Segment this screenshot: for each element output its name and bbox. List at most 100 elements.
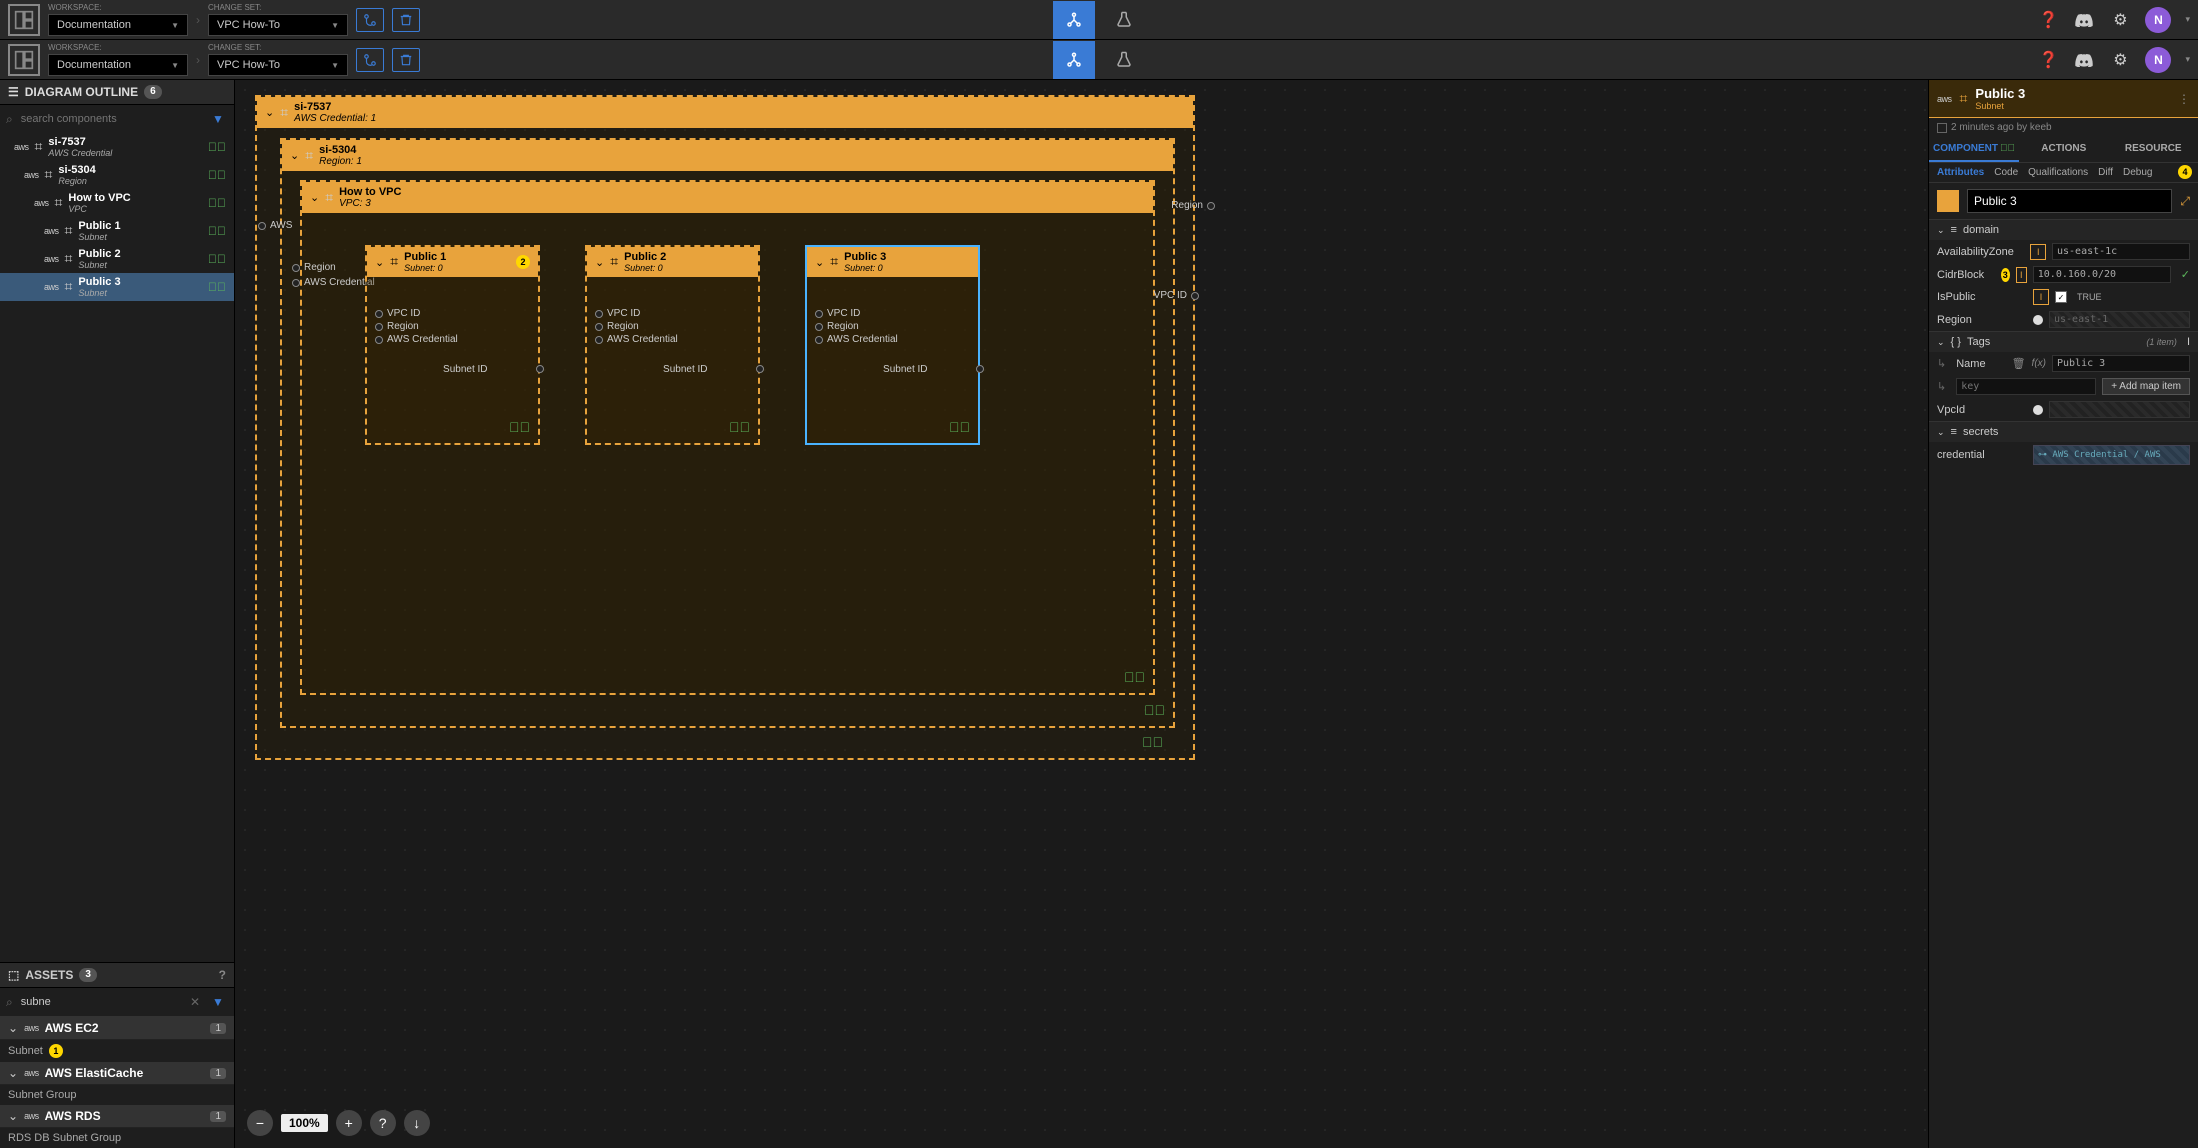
workspace-label: WORKSPACE: xyxy=(48,43,188,53)
check-icon: ✓⃝ xyxy=(208,168,226,182)
subtab-attributes[interactable]: Attributes xyxy=(1937,167,1984,178)
tree-item[interactable]: aws ⌗ Public 3 Subnet ✓⃝ xyxy=(0,273,234,301)
subnet-header[interactable]: ⌄ ⌗ Public 2 Subnet: 0 xyxy=(587,247,758,277)
component-name-input[interactable] xyxy=(1967,189,2172,213)
asset-category[interactable]: ⌄ aws AWS EC2 1 xyxy=(0,1017,234,1040)
aws-icon: aws xyxy=(24,1068,39,1078)
section-title: domain xyxy=(1963,224,1999,236)
canvas[interactable]: ⌄ ⌗ si-7537 AWS Credential: 1 ✓⃝ ⌄ ⌗ xyxy=(235,80,1928,1148)
tree-item[interactable]: aws ⌗ How to VPC VPC ✓⃝ xyxy=(0,189,234,217)
asset-category[interactable]: ⌄ aws AWS RDS 1 xyxy=(0,1105,234,1128)
subtab-debug[interactable]: Debug xyxy=(2123,167,2152,178)
frame-header[interactable]: ⌄ ⌗ si-7537 AWS Credential: 1 xyxy=(257,97,1193,128)
frame-header[interactable]: ⌄ ⌗ How to VPC VPC: 3 xyxy=(302,182,1153,213)
model-view-button-2[interactable] xyxy=(1053,41,1095,79)
chevron-down-icon: ⌄ xyxy=(290,149,299,162)
asset-item[interactable]: RDS DB Subnet Group xyxy=(0,1128,234,1148)
asset-item[interactable]: Subnet1 xyxy=(0,1040,234,1062)
subtab-diff[interactable]: Diff xyxy=(2098,167,2113,178)
check-icon: ✓⃝ xyxy=(1124,669,1145,685)
color-swatch[interactable] xyxy=(1937,190,1959,212)
chevron-down-icon: ⌄ xyxy=(310,191,319,204)
tab-actions[interactable]: ACTIONS xyxy=(2019,137,2109,162)
discord-icon[interactable] xyxy=(2073,9,2095,31)
merge-button[interactable] xyxy=(356,8,384,32)
subnet-box[interactable]: ⌄ ⌗ Public 1 Subnet: 0 2 VPC IDRegionAWS… xyxy=(365,245,540,445)
help-icon[interactable]: ? xyxy=(219,968,226,982)
user-avatar-2[interactable]: N xyxy=(2145,47,2171,73)
chevron-down-icon: ⌄ xyxy=(1937,427,1945,438)
port-out: Subnet ID xyxy=(976,365,984,373)
outline-search-input[interactable] xyxy=(17,109,204,129)
port-in: VPC ID xyxy=(815,307,970,320)
settings-icon[interactable]: ⚙ xyxy=(2109,9,2131,31)
tree-item[interactable]: aws ⌗ si-7537 AWS Credential ✓⃝ xyxy=(0,133,234,161)
lab-view-button-2[interactable] xyxy=(1103,41,1145,79)
asset-item[interactable]: Subnet Group xyxy=(0,1085,234,1105)
subnet-header[interactable]: ⌄ ⌗ Public 1 Subnet: 0 2 xyxy=(367,247,538,277)
expand-icon[interactable]: ⤢ xyxy=(2180,194,2190,209)
tree-item[interactable]: aws ⌗ Public 2 Subnet ✓⃝ xyxy=(0,245,234,273)
asset-search-input[interactable] xyxy=(17,992,182,1012)
zoom-in-button[interactable]: + xyxy=(336,1110,362,1136)
tab-component[interactable]: COMPONENT✓⃝ xyxy=(1929,137,2019,162)
tree-item[interactable]: aws ⌗ si-5304 Region ✓⃝ xyxy=(0,161,234,189)
changeset-selector-2[interactable]: VPC How-To ▼ xyxy=(208,54,348,76)
discord-icon-2[interactable] xyxy=(2073,49,2095,71)
fx-icon[interactable]: f(x) xyxy=(2032,358,2046,369)
section-tags[interactable]: ⌄ { } Tags (1 item) I xyxy=(1929,332,2198,352)
zoom-out-button[interactable]: − xyxy=(247,1110,273,1136)
delete-button-2[interactable] xyxy=(392,48,420,72)
subtab-qualifications[interactable]: Qualifications xyxy=(2028,167,2088,178)
more-icon[interactable]: ⋮ xyxy=(2178,92,2190,106)
asset-item-name: Subnet Group xyxy=(8,1089,77,1101)
tab-resource[interactable]: RESOURCE xyxy=(2109,137,2198,162)
clear-icon[interactable]: ✕ xyxy=(186,995,204,1009)
checkbox-checked[interactable]: ✓ xyxy=(2055,291,2067,303)
subnet-box[interactable]: ⌄ ⌗ Public 2 Subnet: 0 VPC IDRegionAWS C… xyxy=(585,245,760,445)
trash-icon[interactable]: 🗑 xyxy=(2012,357,2026,370)
az-input[interactable] xyxy=(2052,243,2190,260)
user-avatar[interactable]: N xyxy=(2145,7,2171,33)
filter-icon[interactable]: ▼ xyxy=(208,112,228,126)
settings-icon-2[interactable]: ⚙ xyxy=(2109,49,2131,71)
check-icon: ✓⃝ xyxy=(949,419,970,435)
changeset-selector[interactable]: VPC How-To ▼ xyxy=(208,14,348,36)
model-view-button[interactable] xyxy=(1053,1,1095,39)
filter-icon[interactable]: ▼ xyxy=(208,995,228,1009)
tree-item[interactable]: aws ⌗ Public 1 Subnet ✓⃝ xyxy=(0,217,234,245)
tag-name-input[interactable] xyxy=(2052,355,2190,372)
subtab-code[interactable]: Code xyxy=(1994,167,2018,178)
frame-header[interactable]: ⌄ ⌗ si-5304 Region: 1 xyxy=(282,140,1173,171)
app-logo[interactable] xyxy=(8,4,40,36)
add-map-item-button[interactable]: + Add map item xyxy=(2102,378,2190,395)
asset-cat-count: 1 xyxy=(210,1068,226,1079)
subnet-box[interactable]: ⌄ ⌗ Public 3 Subnet: 0 VPC IDRegionAWS C… xyxy=(805,245,980,445)
tag-key-input[interactable] xyxy=(1956,378,2096,395)
asset-search-row: ⌕ ✕ ▼ xyxy=(0,988,234,1017)
component-subtitle: Subnet xyxy=(1975,101,2025,111)
section-secrets[interactable]: ⌄ ≡ secrets xyxy=(1929,422,2198,442)
text-icon: I xyxy=(2016,267,2027,283)
help-icon-2[interactable]: ❓ xyxy=(2037,49,2059,71)
subnet-header[interactable]: ⌄ ⌗ Public 3 Subnet: 0 xyxy=(807,247,978,277)
asset-category[interactable]: ⌄ aws AWS ElastiCache 1 xyxy=(0,1062,234,1085)
frame-title: si-5304 xyxy=(319,144,362,156)
tag-add-row: ↳ + Add map item xyxy=(1929,375,2198,398)
app-logo-2[interactable] xyxy=(8,44,40,76)
component-icon: ⌗ xyxy=(1960,91,1968,107)
lab-view-button[interactable] xyxy=(1103,1,1145,39)
tree-item-title: Public 3 xyxy=(78,276,202,288)
search-icon: ⌕ xyxy=(6,995,13,1010)
merge-button-2[interactable] xyxy=(356,48,384,72)
tree-item-title: Public 1 xyxy=(78,220,202,232)
download-button[interactable]: ↓ xyxy=(404,1110,430,1136)
cidr-input[interactable] xyxy=(2033,266,2171,283)
delete-button[interactable] xyxy=(392,8,420,32)
zoom-help-button[interactable]: ? xyxy=(370,1110,396,1136)
help-icon[interactable]: ❓ xyxy=(2037,9,2059,31)
port-out: Subnet ID xyxy=(756,365,764,373)
workspace-selector-2[interactable]: Documentation ▼ xyxy=(48,54,188,76)
section-domain[interactable]: ⌄ ≡ domain xyxy=(1929,220,2198,240)
workspace-selector[interactable]: Documentation ▼ xyxy=(48,14,188,36)
